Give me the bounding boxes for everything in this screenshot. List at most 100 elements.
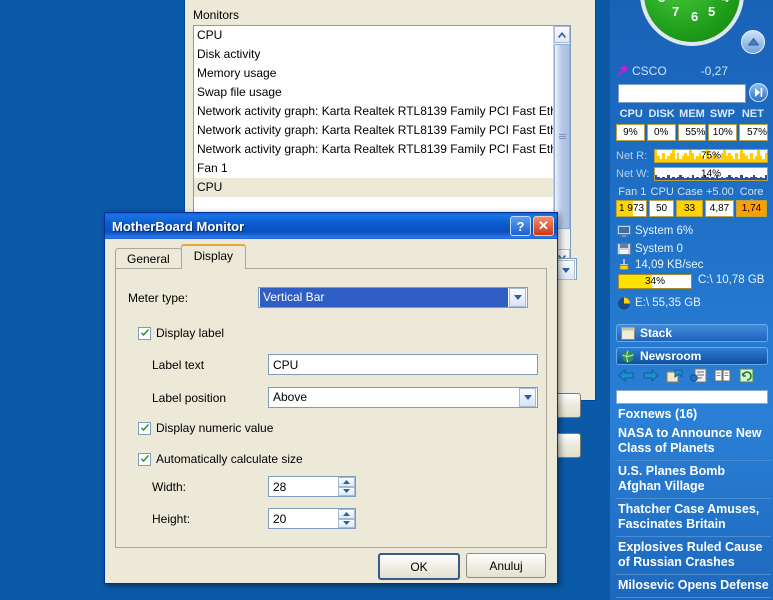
- read-icon[interactable]: [714, 368, 731, 384]
- ok-button[interactable]: OK: [378, 553, 460, 580]
- monitor-list-item[interactable]: Swap file usage: [194, 83, 570, 102]
- disk-icon: [617, 242, 631, 255]
- sensor-values[interactable]: 1 973 50 33 4,87 1,74: [616, 200, 768, 217]
- meter-header: DISK: [648, 108, 675, 120]
- monitor-list-item[interactable]: Network activity graph: Karta Realtek RT…: [194, 102, 570, 121]
- meter-value[interactable]: 55%: [677, 124, 707, 141]
- system-cpu-row: System 6%: [617, 222, 767, 239]
- news-headline[interactable]: U.S. Planes Bomb Afghan Village: [616, 461, 771, 499]
- help-button[interactable]: ?: [510, 216, 531, 236]
- width-spin-down-icon[interactable]: [338, 486, 355, 496]
- auto-size-checkbox[interactable]: [138, 452, 151, 466]
- clock-number-6: 6: [691, 9, 699, 24]
- close-icon[interactable]: ✕: [533, 216, 554, 236]
- dialog-titlebar[interactable]: MotherBoard Monitor ? ✕: [105, 213, 557, 239]
- news-toolbar[interactable]: [618, 368, 768, 384]
- meter-header: MEM: [679, 108, 705, 120]
- width-spin-buttons[interactable]: [338, 477, 355, 496]
- monitor-list-item[interactable]: Memory usage: [194, 64, 570, 83]
- news-source-label: Foxnews (16): [618, 407, 698, 421]
- resource-meter-values[interactable]: 9% 0% 55% 10% 57%: [616, 124, 768, 141]
- sensor-value[interactable]: 50: [649, 200, 674, 217]
- clock-number-5: 5: [708, 4, 716, 19]
- news-feed-input[interactable]: [616, 390, 768, 404]
- display-settings-dialog[interactable]: MotherBoard Monitor ? ✕ General Display …: [104, 212, 558, 584]
- news-scroll-up-button[interactable]: [741, 30, 765, 54]
- monitor-list-item[interactable]: CPU: [194, 26, 570, 45]
- monitors-list-label: Monitors: [193, 8, 240, 22]
- panel-stack[interactable]: Stack: [616, 324, 768, 342]
- system-network-row: 14,09 KB/sec: [617, 256, 767, 273]
- news-headline[interactable]: NASA to Announce New Class of Planets: [616, 423, 771, 461]
- meter-header: CPU: [619, 108, 643, 120]
- scrollbar-thumb[interactable]: [554, 44, 570, 229]
- width-spin-up-icon[interactable]: [338, 477, 355, 487]
- width-value[interactable]: 28: [269, 480, 338, 494]
- meter-value[interactable]: 9%: [616, 124, 645, 141]
- resource-meter-headers: CPU DISK MEM SWP NET: [616, 108, 768, 120]
- height-label: Height:: [152, 511, 191, 526]
- news-headline[interactable]: Explosives Ruled Cause of Russian Crashe…: [616, 537, 771, 575]
- meter-type-chevron-down-icon[interactable]: [509, 288, 526, 307]
- dialog-tabs[interactable]: General Display: [115, 244, 247, 269]
- meter-value[interactable]: 0%: [646, 124, 676, 141]
- height-value[interactable]: 20: [269, 512, 338, 526]
- display-label-row[interactable]: Display label: [138, 326, 224, 340]
- disk-e-row: E:\ 55,35 GB: [617, 294, 767, 311]
- scroll-up-arrow-icon[interactable]: [554, 26, 570, 43]
- tab-general[interactable]: General: [115, 248, 182, 269]
- height-spin-down-icon[interactable]: [338, 518, 355, 528]
- network-graph-strip: [618, 84, 746, 103]
- pie-chart-icon: [617, 297, 631, 309]
- label-text-row: Label text CPU: [152, 354, 538, 375]
- label-position-chevron-down-icon[interactable]: [519, 388, 536, 407]
- activity-bar: [764, 174, 767, 180]
- open-icon[interactable]: [666, 368, 683, 384]
- meter-value[interactable]: 57%: [739, 124, 768, 141]
- forward-icon[interactable]: [642, 368, 659, 384]
- configure-icon[interactable]: [690, 368, 707, 384]
- sensor-value[interactable]: 4,87: [705, 200, 734, 217]
- stock-ticker[interactable]: CSCO -0,27: [616, 62, 767, 80]
- back-icon[interactable]: [618, 368, 635, 384]
- cancel-button[interactable]: Anuluj: [466, 553, 546, 578]
- network-play-icon[interactable]: [749, 83, 768, 102]
- height-stepper[interactable]: 20: [268, 508, 356, 529]
- height-spin-buttons[interactable]: [338, 509, 355, 528]
- height-spin-up-icon[interactable]: [338, 509, 355, 519]
- monitor-list-item[interactable]: CPU: [194, 178, 570, 197]
- monitor-list-item[interactable]: Fan 1: [194, 159, 570, 178]
- disk-c-usage-bar: 34%: [618, 274, 692, 289]
- width-stepper[interactable]: 28: [268, 476, 356, 497]
- display-numeric-row[interactable]: Display numeric value: [138, 421, 273, 435]
- stock-change: -0,27: [700, 64, 729, 78]
- news-headline[interactable]: Thatcher Case Amuses, Fascinates Britain: [616, 499, 771, 537]
- sensor-value[interactable]: 1 973: [616, 200, 647, 217]
- label-position-row: Label position Above: [152, 387, 538, 408]
- sensor-value[interactable]: 1,74: [736, 200, 767, 217]
- panel-newsroom[interactable]: Newsroom: [616, 347, 768, 365]
- display-label-text: Display label: [156, 326, 225, 340]
- monitor-list-item[interactable]: Network activity graph: Karta Realtek RT…: [194, 121, 570, 140]
- auto-size-row[interactable]: Automatically calculate size: [138, 452, 303, 466]
- display-label-checkbox[interactable]: [138, 326, 151, 340]
- label-position-combobox[interactable]: Above: [268, 387, 538, 408]
- net-write-row: Net W: 14%: [616, 166, 768, 181]
- width-label: Width:: [152, 479, 187, 494]
- globe-icon: [621, 350, 635, 363]
- analog-clock-gadget[interactable]: 8 7 6 5 4: [640, 0, 744, 46]
- background-combobox-chevron-down-icon[interactable]: [557, 260, 575, 280]
- dialog-title: MotherBoard Monitor: [112, 218, 245, 234]
- monitor-list-item[interactable]: Network activity graph: Karta Realtek RT…: [194, 140, 570, 159]
- meter-value[interactable]: 10%: [708, 124, 738, 141]
- meter-type-combobox[interactable]: Vertical Bar: [258, 287, 528, 308]
- label-text-input[interactable]: CPU: [268, 354, 538, 375]
- sensor-value[interactable]: 33: [676, 200, 703, 217]
- display-numeric-checkbox[interactable]: [138, 421, 151, 435]
- tab-display[interactable]: Display: [180, 244, 247, 269]
- panel-newsroom-label: Newsroom: [640, 349, 702, 363]
- monitor-list-item[interactable]: Disk activity: [194, 45, 570, 64]
- news-headline[interactable]: Milosevic Opens Defense: [616, 575, 771, 598]
- refresh-icon[interactable]: [738, 368, 755, 384]
- net-read-row: Net R: 75%: [616, 148, 768, 163]
